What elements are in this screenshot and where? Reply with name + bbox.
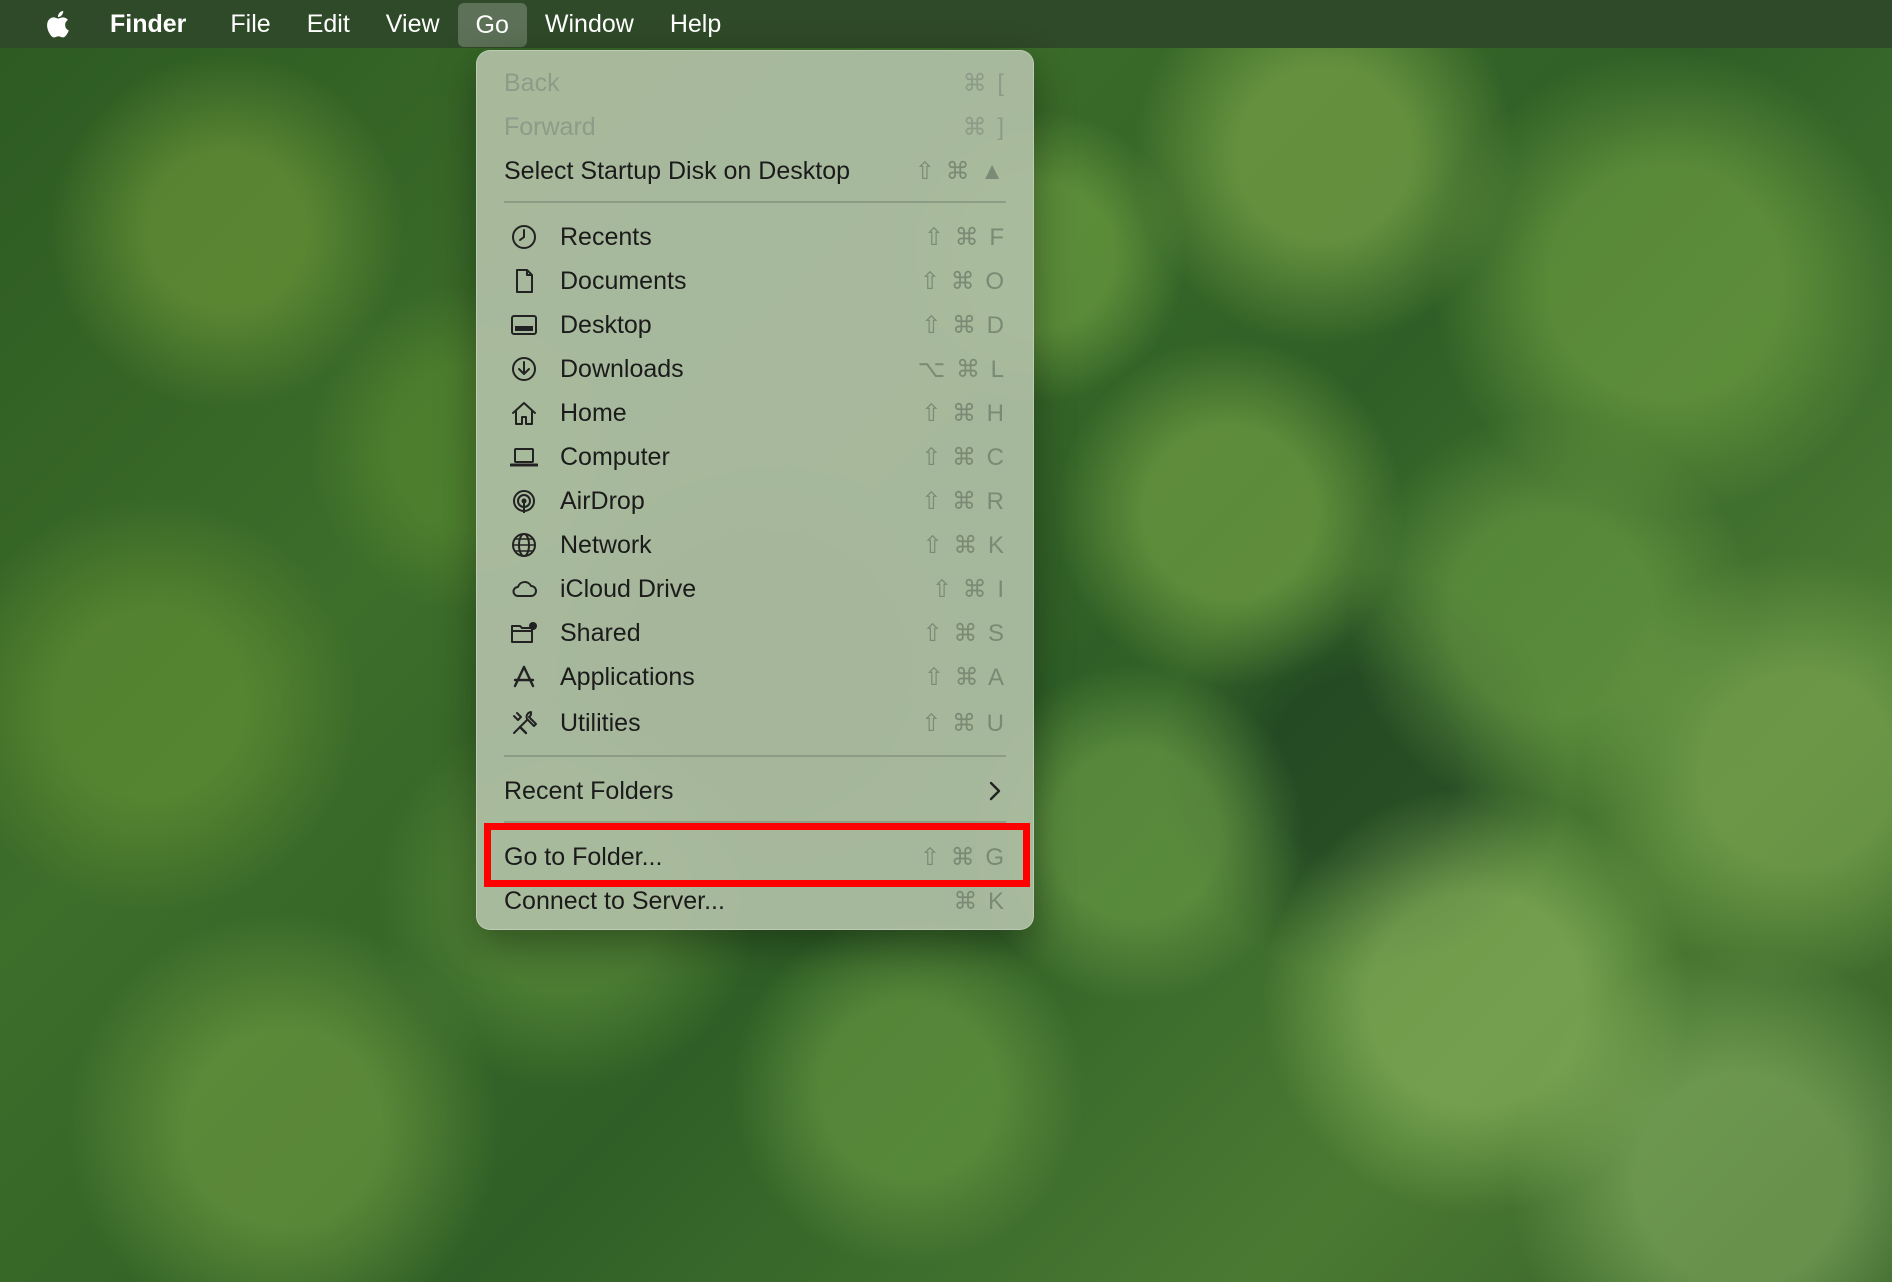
menu-finder[interactable]: Finder (110, 0, 212, 48)
menu-item-computer[interactable]: Computer ⇧ ⌘ C (476, 435, 1034, 479)
menu-item-shortcut: ⇧ ⌘ R (921, 487, 1006, 515)
airdrop-icon (510, 487, 538, 515)
menu-item-shortcut: ⇧ ⌘ K (922, 531, 1006, 559)
menu-item-shortcut: ⇧ ⌘ U (921, 709, 1006, 737)
menu-item-label: AirDrop (560, 486, 645, 515)
menu-item-shortcut: ⇧ ⌘ O (919, 267, 1006, 295)
desktop-icon (510, 311, 538, 339)
home-icon (510, 399, 538, 427)
menu-item-recents[interactable]: Recents ⇧ ⌘ F (476, 215, 1034, 259)
document-icon (510, 267, 538, 295)
menu-item-shortcut: ⇧ ⌘ D (921, 311, 1006, 339)
menu-bar: Finder File Edit View Go Window Help (0, 0, 1892, 48)
menu-item-home[interactable]: Home ⇧ ⌘ H (476, 391, 1034, 435)
menu-item-label: Computer (560, 442, 670, 471)
applications-icon (510, 663, 538, 691)
menu-item-label: Documents (560, 266, 687, 295)
menu-item-desktop[interactable]: Desktop ⇧ ⌘ D (476, 303, 1034, 347)
menu-item-label: Desktop (560, 310, 652, 339)
menu-view[interactable]: View (368, 0, 458, 48)
menu-separator (504, 755, 1006, 757)
menu-item-select-startup-disk[interactable]: Select Startup Disk on Desktop ⇧ ⌘ ▲ (476, 149, 1034, 193)
menu-go[interactable]: Go (457, 3, 527, 47)
menu-item-label: Select Startup Disk on Desktop (504, 156, 850, 185)
tools-icon (510, 709, 538, 737)
download-icon (510, 355, 538, 383)
menu-file[interactable]: File (212, 0, 288, 48)
menu-item-airdrop[interactable]: AirDrop ⇧ ⌘ R (476, 479, 1034, 523)
menu-item-label: Network (560, 530, 652, 559)
menu-item-shortcut: ⇧ ⌘ A (923, 663, 1006, 691)
menu-window[interactable]: Window (527, 0, 652, 48)
menu-separator (504, 201, 1006, 203)
menu-item-shortcut: ⇧ ⌘ H (921, 399, 1006, 427)
laptop-icon (510, 443, 538, 471)
globe-icon (510, 531, 538, 559)
menu-item-shortcut: ⌥ ⌘ L (917, 355, 1006, 383)
menu-item-label: Forward (504, 112, 596, 141)
menu-item-label: Home (560, 398, 627, 427)
menu-item-label: Shared (560, 618, 641, 647)
menu-item-icloud-drive[interactable]: iCloud Drive ⇧ ⌘ I (476, 567, 1034, 611)
menu-item-shortcut: ⇧ ⌘ ▲ (914, 157, 1006, 185)
menu-item-downloads[interactable]: Downloads ⌥ ⌘ L (476, 347, 1034, 391)
menu-item-applications[interactable]: Applications ⇧ ⌘ A (476, 655, 1034, 699)
menu-item-shortcut: ⌘ ] (962, 113, 1006, 141)
clock-icon (510, 223, 538, 251)
menu-item-shortcut: ⌘ [ (962, 69, 1006, 97)
menu-item-utilities[interactable]: Utilities ⇧ ⌘ U (476, 701, 1034, 745)
shared-folder-icon (510, 619, 538, 647)
menu-item-recent-folders[interactable]: Recent Folders (476, 769, 1034, 813)
menu-item-shortcut: ⇧ ⌘ F (923, 223, 1006, 251)
menu-item-shared[interactable]: Shared ⇧ ⌘ S (476, 611, 1034, 655)
menu-item-shortcut: ⇧ ⌘ C (921, 443, 1006, 471)
menu-item-label: Back (504, 68, 560, 97)
highlight-annotation-box (484, 823, 1030, 887)
menu-item-label: Recent Folders (504, 776, 674, 805)
menu-item-documents[interactable]: Documents ⇧ ⌘ O (476, 259, 1034, 303)
menu-item-label: Utilities (560, 708, 641, 737)
menu-item-shortcut: ⇧ ⌘ I (931, 575, 1006, 603)
menu-edit[interactable]: Edit (289, 0, 368, 48)
apple-logo-icon[interactable] (38, 7, 76, 41)
go-menu-dropdown: Back ⌘ [ Forward ⌘ ] Select Startup Disk… (476, 50, 1034, 930)
menu-item-forward: Forward ⌘ ] (476, 105, 1034, 149)
menu-item-label: Recents (560, 222, 652, 251)
menu-item-shortcut: ⇧ ⌘ S (922, 619, 1006, 647)
cloud-icon (510, 575, 538, 603)
menu-item-label: Applications (560, 662, 695, 691)
menu-item-back: Back ⌘ [ (476, 61, 1034, 105)
menu-help[interactable]: Help (652, 0, 739, 48)
chevron-right-icon (984, 780, 1006, 802)
menu-item-network[interactable]: Network ⇧ ⌘ K (476, 523, 1034, 567)
menu-item-label: iCloud Drive (560, 574, 697, 603)
menu-item-label: Downloads (560, 354, 684, 383)
